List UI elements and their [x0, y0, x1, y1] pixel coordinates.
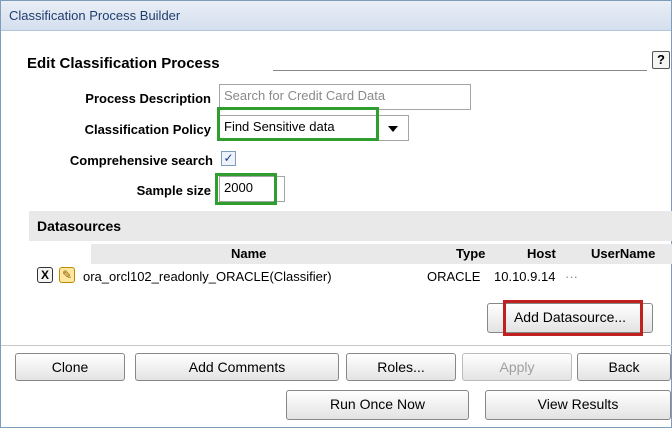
classification-policy-label: Classification Policy	[84, 122, 211, 137]
datasource-host: 10.10.9.14	[494, 269, 556, 284]
clone-button[interactable]: Clone	[15, 353, 125, 381]
datasource-name: ora_orcl102_readonly_ORACLE(Classifier)	[83, 269, 332, 284]
section-title: Edit Classification Process	[27, 55, 220, 72]
datasource-username: ···	[565, 269, 578, 284]
title-divider	[273, 70, 647, 71]
view-results-button[interactable]: View Results	[485, 390, 671, 420]
run-once-now-button[interactable]: Run Once Now	[286, 390, 469, 420]
comprehensive-search-checkbox[interactable]: ✓	[221, 151, 236, 166]
column-header-type[interactable]: Type	[456, 246, 485, 261]
process-description-label: Process Description	[85, 91, 211, 106]
datasources-grid-header: Name Type Host UserName	[91, 244, 672, 264]
add-comments-button[interactable]: Add Comments	[135, 353, 339, 381]
apply-button[interactable]: Apply	[462, 353, 572, 381]
sample-size-label: Sample size	[136, 183, 211, 198]
policy-highlight	[217, 107, 379, 141]
comprehensive-search-label: Comprehensive search	[69, 153, 213, 168]
add-datasource-highlight	[503, 300, 643, 336]
column-header-host[interactable]: Host	[527, 246, 556, 261]
remove-icon[interactable]: X	[37, 267, 53, 283]
roles-button[interactable]: Roles...	[346, 353, 456, 381]
classification-process-builder-window: Classification Process Builder Edit Clas…	[0, 0, 672, 428]
window-title: Classification Process Builder	[1, 1, 671, 31]
datasource-type: ORACLE	[427, 269, 481, 284]
column-header-username[interactable]: UserName	[591, 246, 655, 261]
chevron-down-icon[interactable]	[388, 126, 398, 132]
sample-size-highlight	[215, 173, 277, 205]
datasources-section-header: Datasources	[29, 211, 672, 241]
edit-icon[interactable]: ✎	[59, 267, 75, 283]
actions-divider	[1, 345, 672, 346]
column-header-name[interactable]: Name	[231, 246, 266, 261]
help-icon[interactable]: ?	[652, 51, 670, 69]
back-button[interactable]: Back	[577, 353, 671, 381]
